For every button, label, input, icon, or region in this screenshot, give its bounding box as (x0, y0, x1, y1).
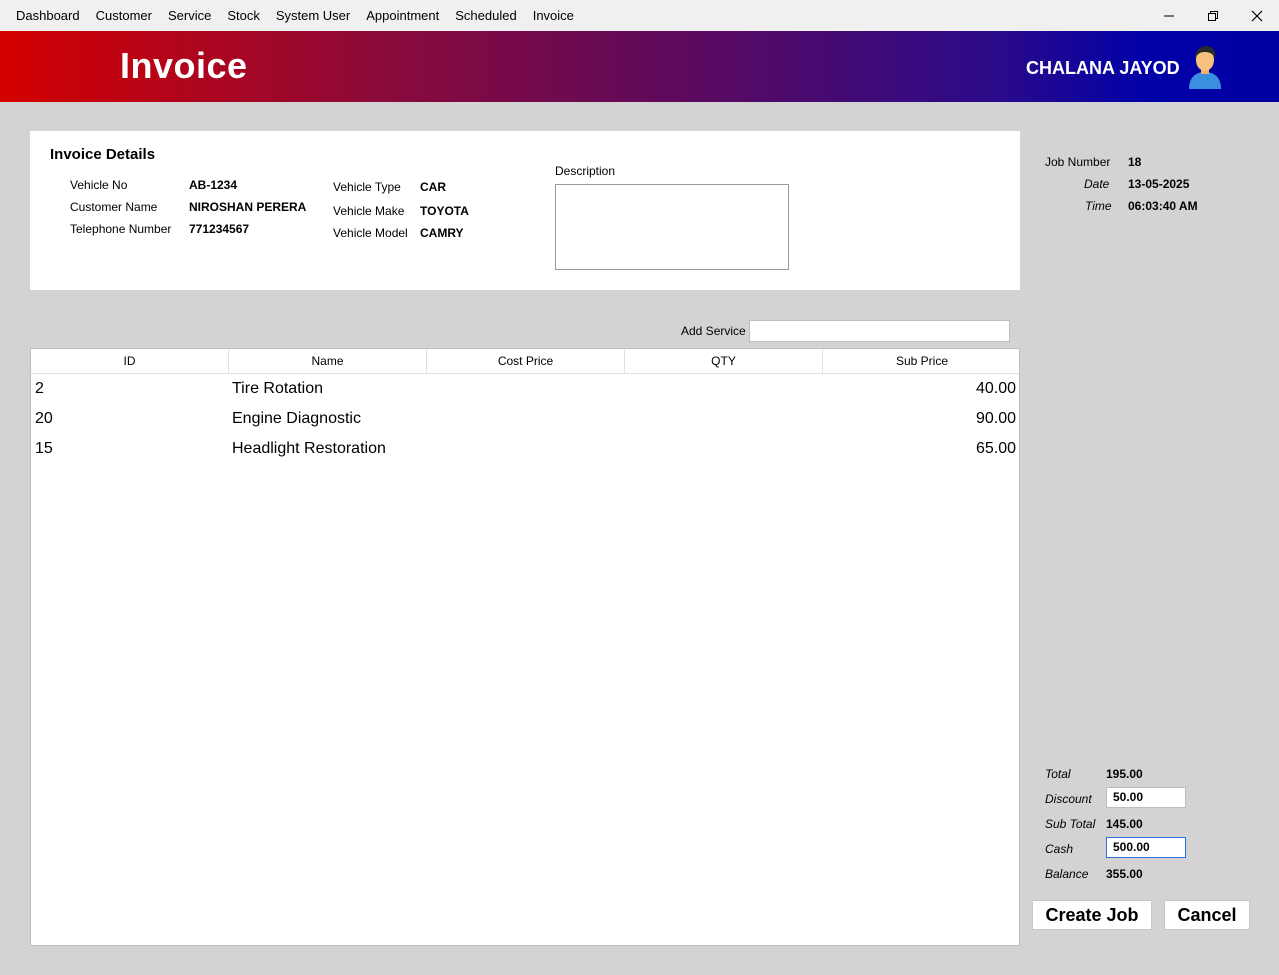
time-value: 06:03:40 AM (1128, 199, 1198, 213)
restore-icon (1208, 10, 1218, 21)
user-avatar-icon[interactable] (1186, 45, 1224, 89)
menu-customer[interactable]: Customer (88, 8, 160, 23)
cash-label: Cash (1045, 842, 1074, 856)
description-label: Description (555, 164, 616, 178)
menu-bar: Dashboard Customer Service Stock System … (0, 0, 1279, 31)
telephone-label: Telephone Number (70, 222, 172, 236)
column-header-name[interactable]: Name (229, 349, 427, 373)
create-job-button[interactable]: Create Job (1032, 900, 1152, 930)
table-header: ID Name Cost Price QTY Sub Price (31, 349, 1019, 374)
discount-label: Discount (1045, 792, 1092, 806)
cell-id: 20 (35, 410, 53, 427)
vehicle-model-value: CAMRY (420, 226, 464, 240)
cell-sub-price: 40.00 (975, 380, 1016, 397)
service-table: ID Name Cost Price QTY Sub Price 2 Tire … (30, 348, 1020, 946)
add-service-label: Add Service (681, 324, 746, 338)
table-row[interactable]: 20 Engine Diagnostic 90.00 (31, 404, 1019, 434)
cell-id: 2 (35, 380, 44, 397)
menu-items: Dashboard Customer Service Stock System … (0, 8, 582, 23)
menu-system-user[interactable]: System User (268, 8, 358, 23)
vehicle-type-label: Vehicle Type (333, 180, 401, 194)
vehicle-make-label: Vehicle Make (333, 204, 405, 218)
balance-value: 355.00 (1106, 867, 1143, 881)
customer-name-value: NIROSHAN PERERA (189, 200, 307, 214)
cell-name: Engine Diagnostic (232, 410, 361, 427)
balance-label: Balance (1045, 867, 1089, 881)
page-title: Invoice (120, 45, 248, 86)
table-body: 2 Tire Rotation 40.00 20 Engine Diagnost… (31, 374, 1019, 464)
customer-name-label: Customer Name (70, 200, 158, 214)
table-row[interactable]: 15 Headlight Restoration 65.00 (31, 434, 1019, 464)
description-textarea[interactable] (555, 184, 789, 270)
minimize-icon (1164, 15, 1174, 16)
menu-stock[interactable]: Stock (219, 8, 268, 23)
page-header: Invoice CHALANA JAYOD (0, 31, 1279, 102)
date-value: 13-05-2025 (1128, 177, 1190, 191)
total-label: Total (1045, 767, 1071, 781)
cell-name: Headlight Restoration (232, 440, 386, 457)
menu-invoice[interactable]: Invoice (525, 8, 582, 23)
close-icon (1251, 10, 1263, 21)
cash-input[interactable]: 500.00 (1106, 837, 1186, 858)
minimize-button[interactable] (1147, 0, 1191, 31)
add-service-input[interactable] (749, 320, 1010, 342)
menu-service[interactable]: Service (160, 8, 219, 23)
job-number-value: 18 (1128, 155, 1142, 169)
user-name: CHALANA JAYOD (1026, 58, 1180, 78)
restore-button[interactable] (1191, 0, 1235, 31)
column-header-cost-price[interactable]: Cost Price (427, 349, 625, 373)
vehicle-no-value: AB-1234 (189, 178, 238, 192)
vehicle-no-label: Vehicle No (70, 178, 128, 192)
menu-dashboard[interactable]: Dashboard (8, 8, 88, 23)
table-row[interactable]: 2 Tire Rotation 40.00 (31, 374, 1019, 404)
total-value: 195.00 (1106, 767, 1143, 781)
column-header-qty[interactable]: QTY (625, 349, 823, 373)
vehicle-type-value: CAR (420, 180, 446, 194)
job-number-label: Job Number (1045, 155, 1111, 169)
cell-sub-price: 90.00 (975, 410, 1016, 427)
discount-input[interactable]: 50.00 (1106, 787, 1186, 808)
menu-appointment[interactable]: Appointment (358, 8, 447, 23)
column-header-id[interactable]: ID (31, 349, 229, 373)
date-label: Date (1084, 177, 1110, 191)
menu-scheduled[interactable]: Scheduled (447, 8, 524, 23)
column-header-sub-price[interactable]: Sub Price (823, 349, 1021, 373)
telephone-value: 771234567 (189, 222, 250, 236)
close-button[interactable] (1235, 0, 1279, 31)
vehicle-make-value: TOYOTA (420, 204, 469, 218)
invoice-details-panel: Invoice Details Vehicle No AB-1234 Custo… (30, 131, 1020, 290)
time-label: Time (1085, 199, 1112, 213)
cell-name: Tire Rotation (232, 380, 323, 397)
invoice-details-title: Invoice Details (50, 146, 156, 163)
sub-total-value: 145.00 (1106, 817, 1143, 831)
window-controls (1147, 0, 1279, 31)
cell-id: 15 (35, 440, 53, 457)
cell-sub-price: 65.00 (975, 440, 1016, 457)
vehicle-model-label: Vehicle Model (333, 226, 408, 240)
sub-total-label: Sub Total (1045, 817, 1096, 831)
cancel-button[interactable]: Cancel (1164, 900, 1250, 930)
